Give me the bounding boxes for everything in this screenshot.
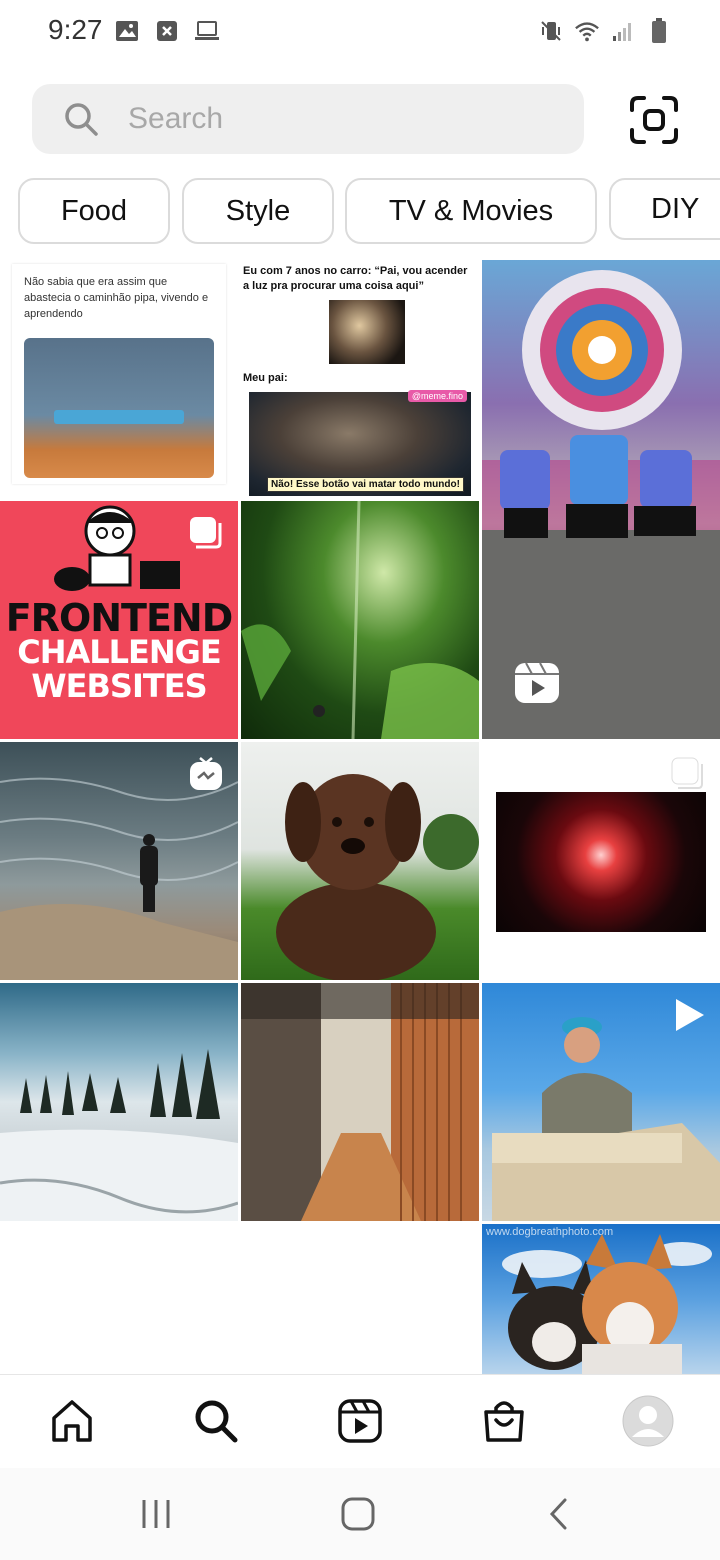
scan-button[interactable] [628,94,680,146]
grid-tile-meme-raccoon[interactable]: Eu com 7 anos no carro: “Pai, vou acende… [241,260,479,498]
meme-text-line: Não sabia que era assim que [24,276,168,288]
grid-tile-frontend[interactable]: FRONTEND CHALLENGE WEBSITES [0,501,238,739]
nav-shop[interactable] [480,1395,528,1447]
chip-tv-movies[interactable]: TV & Movies [345,178,597,244]
grid-tile-jungle[interactable] [241,501,479,739]
fire-night-image [496,792,706,932]
meme-text-line: aprendendo [24,308,83,320]
meme-watermark: @meme.fino [407,390,467,402]
category-chips: Food Style TV & Movies DIY [18,178,720,244]
back-icon [549,1498,567,1530]
laptop-icon [194,18,220,44]
vibrate-mute-icon [538,18,564,44]
system-nav [0,1468,720,1560]
back-button[interactable] [538,1492,582,1536]
recents-button[interactable] [134,1492,178,1536]
nav-reels[interactable] [336,1395,384,1447]
grid-tile-fire-night[interactable] [482,742,720,980]
home-icon [52,1400,92,1442]
raccoon-image: @meme.fino Não! Esse botão vai matar tod… [249,390,471,496]
grid-tile-dancers[interactable] [482,260,720,739]
search-placeholder: Search [128,102,224,135]
nav-search[interactable] [192,1395,240,1447]
profile-avatar [622,1395,674,1447]
explore-grid: Não sabia que era assim que abastecia o … [0,260,720,1374]
battery-icon [646,18,672,44]
scan-icon [630,96,678,144]
carousel-icon [188,515,224,551]
home-button[interactable] [336,1492,380,1536]
meme-text-line: abastecia o caminhão pipa, vivendo e [24,292,209,304]
home-button-icon [341,1497,375,1531]
meme-caption-dad: Meu pai: [243,372,288,384]
close-box-icon [154,18,180,44]
grid-tile-meme-truck[interactable]: Não sabia que era assim que abastecia o … [0,260,238,498]
grid-tile-sea-man[interactable] [0,742,238,980]
lamp-image [329,300,405,364]
shop-icon [484,1401,524,1442]
search-input[interactable]: Search [32,84,584,154]
chip-food[interactable]: Food [18,178,170,244]
search-icon [195,1400,238,1443]
search-row: Search [32,84,688,154]
grid-tile-puppy[interactable] [241,742,479,980]
bottom-nav [0,1374,720,1469]
meme-caption: Eu com 7 anos no carro: “Pai, vou acende… [243,265,468,292]
grid-tile-man-outdoor[interactable] [482,983,720,1221]
signal-icon [610,18,636,44]
grid-tile-corgis[interactable]: www.dogbreathphoto.com [482,1224,720,1374]
image-icon [114,18,140,44]
reels-icon [514,662,560,704]
reels-icon [338,1399,382,1443]
carousel-icon [670,756,706,792]
recents-icon [142,1500,170,1528]
meme-subtitle: Não! Esse botão vai matar todo mundo! [267,477,464,492]
search-icon [62,100,100,138]
nav-home[interactable] [48,1395,96,1447]
play-icon [670,997,706,1033]
nav-profile[interactable] [622,1395,674,1447]
grid-tile-snow-trees[interactable] [0,983,238,1221]
lake-truck-image [24,338,214,478]
chip-diy[interactable]: DIY [609,178,720,240]
status-time: 9:27 [48,14,103,45]
frontend-title: FRONTEND CHALLENGE WEBSITES [5,596,234,705]
igtv-icon [188,756,224,792]
status-bar: 9:27 [0,0,720,64]
chip-style[interactable]: Style [182,178,334,244]
wifi-icon [574,18,600,44]
grid-tile-wood-corridor[interactable] [241,983,479,1221]
